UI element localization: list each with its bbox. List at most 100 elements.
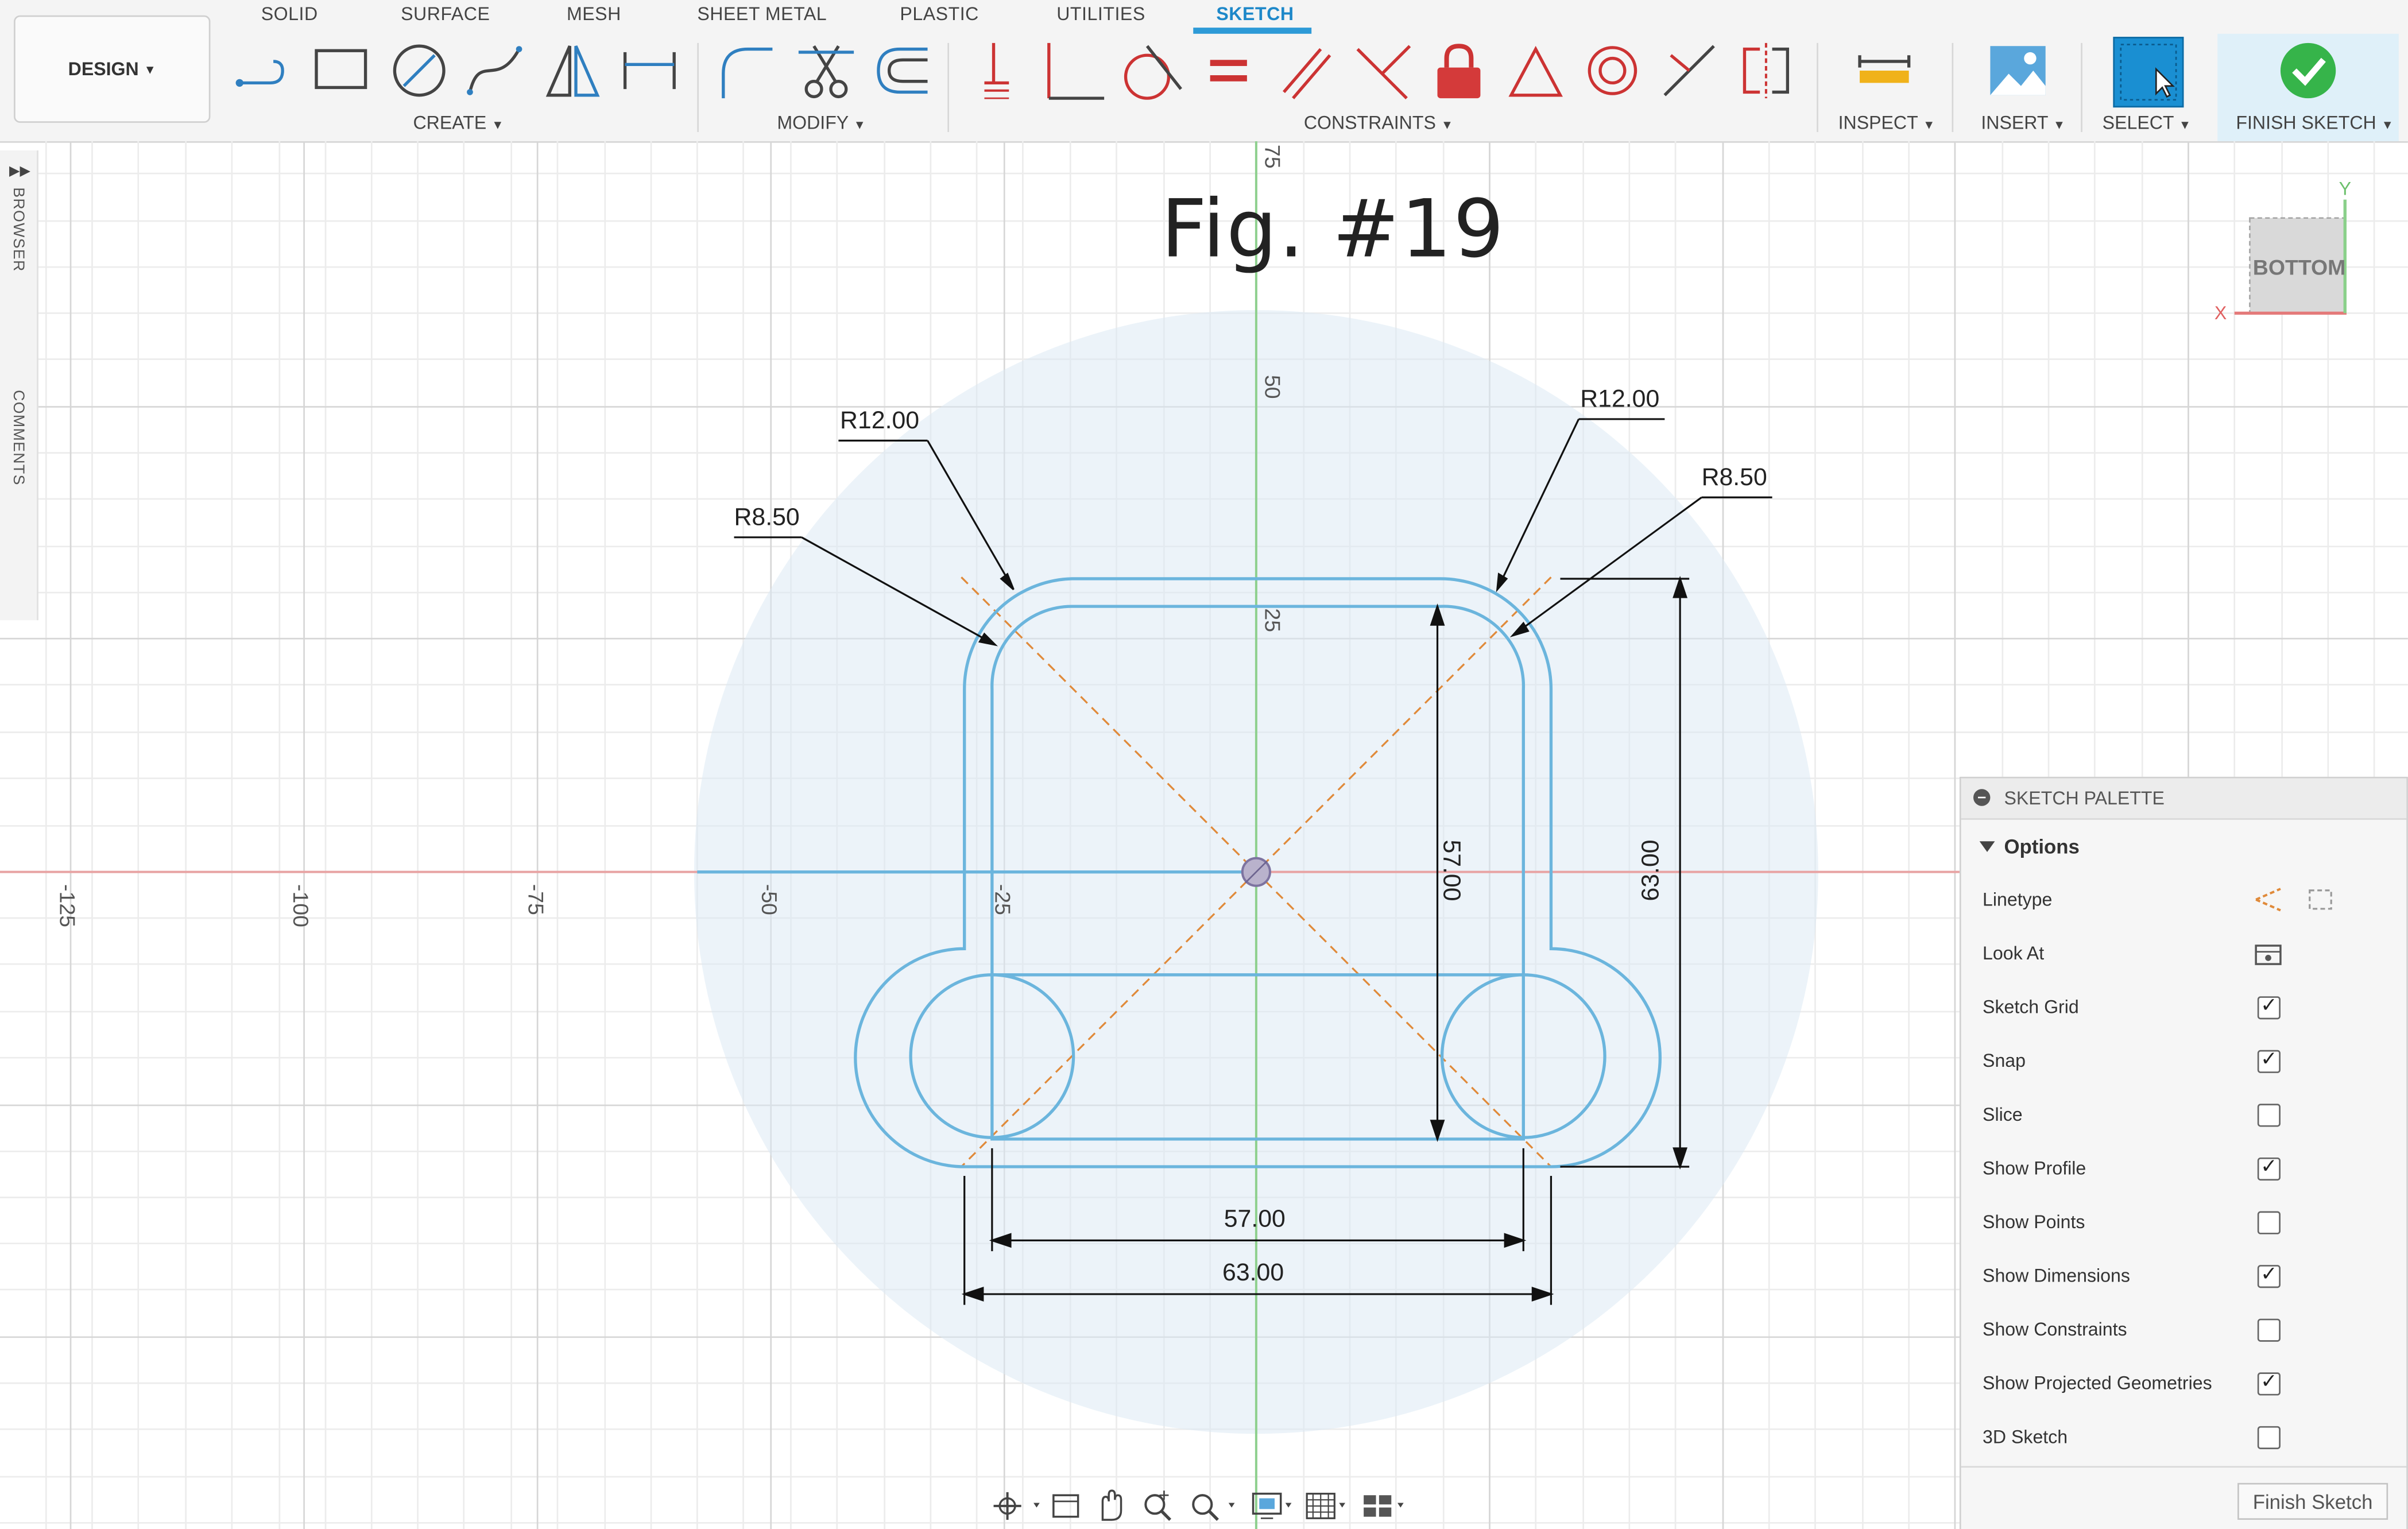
- workspace-label: DESIGN: [68, 58, 139, 80]
- options-section-title[interactable]: Options: [2004, 835, 2079, 858]
- dimension-inner-height[interactable]: 57.00: [1436, 839, 1464, 901]
- midpoint-constraint-icon[interactable]: [1655, 37, 1723, 104]
- collapse-icon[interactable]: [1973, 789, 1991, 806]
- dimension-r85-right[interactable]: R8.50: [1702, 465, 1767, 493]
- comments-tab[interactable]: COMMENTS: [9, 390, 26, 486]
- look-at-icon[interactable]: [2253, 939, 2287, 967]
- fillet-tool-icon[interactable]: [711, 37, 779, 104]
- ribbon-toolbar: DESIGN ▼ SOLID SURFACE MESH SHEET METAL …: [0, 0, 2408, 143]
- trim-tool-icon[interactable]: [792, 37, 860, 104]
- line-tool-icon[interactable]: [230, 37, 298, 104]
- divider: [2081, 42, 2082, 132]
- construction-linetype-icon[interactable]: [2253, 886, 2287, 913]
- divider: [1952, 42, 1954, 132]
- chevron-down-icon: ▼: [1441, 118, 1454, 132]
- chevron-down-icon: ▼: [2178, 118, 2192, 132]
- offset-tool-icon[interactable]: [869, 37, 937, 104]
- zoom-icon[interactable]: [1144, 1491, 1172, 1521]
- insert-image-icon[interactable]: [1984, 37, 2052, 104]
- dimension-inner-width[interactable]: 57.00: [1224, 1207, 1286, 1234]
- inspect-menu[interactable]: INSPECT ▼: [1838, 112, 1935, 133]
- axis-label: 50: [1260, 374, 1286, 399]
- dimension-tool-icon[interactable]: [616, 37, 684, 104]
- browser-tab[interactable]: BROWSER: [9, 187, 26, 272]
- tab-surface[interactable]: SURFACE: [401, 3, 490, 24]
- dimension-outer-height[interactable]: 63.00: [1639, 839, 1666, 901]
- sketch-grid-checkbox[interactable]: ✓: [2257, 993, 2281, 1020]
- symmetry-constraint-icon[interactable]: [1732, 37, 1800, 104]
- show-points-checkbox[interactable]: ✓: [2257, 1211, 2281, 1234]
- show-profile-checkbox[interactable]: ✓: [2257, 1155, 2281, 1181]
- browser-panel-strip[interactable]: ▶▶ BROWSER COMMENTS: [0, 150, 38, 621]
- dimension-r12-left[interactable]: R12.00: [840, 408, 919, 436]
- caret-down-icon[interactable]: [1979, 841, 1995, 852]
- constraints-menu[interactable]: CONSTRAINTS ▼: [1304, 112, 1453, 133]
- tab-sheet-metal[interactable]: SHEET METAL: [697, 3, 827, 24]
- option-show-constraints-label: Show Constraints: [1983, 1318, 2127, 1341]
- grid-settings-icon[interactable]: [1306, 1492, 1346, 1519]
- measure-icon[interactable]: [1850, 37, 1918, 104]
- equal-constraint-icon[interactable]: [1195, 37, 1263, 104]
- palette-header[interactable]: SKETCH PALETTE: [1961, 778, 2407, 820]
- select-menu[interactable]: SELECT ▼: [2103, 112, 2191, 133]
- coincident-constraint-icon[interactable]: [963, 37, 1031, 104]
- sketch-palette: SKETCH PALETTE Options Linetype Look At …: [1959, 776, 2408, 1529]
- fix-constraint-icon[interactable]: [1425, 37, 1493, 104]
- slice-checkbox[interactable]: ✓: [2257, 1104, 2281, 1127]
- viewports-icon[interactable]: [1364, 1495, 1404, 1517]
- dimension-outer-width[interactable]: 63.00: [1222, 1260, 1284, 1288]
- finish-sketch-label: FINISH SKETCH: [2236, 112, 2376, 134]
- navigation-bar: [993, 1489, 1404, 1521]
- collinear-constraint-icon[interactable]: [1348, 37, 1416, 104]
- rectangle-tool-icon[interactable]: [307, 37, 375, 104]
- tab-sketch[interactable]: SKETCH: [1216, 3, 1294, 24]
- concentric-constraint-icon[interactable]: [1579, 37, 1647, 104]
- display-settings-icon[interactable]: [1252, 1492, 1292, 1519]
- circle-tool-icon[interactable]: [385, 37, 453, 104]
- show-projected-geometries-checkbox[interactable]: ✓: [2257, 1369, 2281, 1396]
- axis-label: -50: [757, 884, 782, 915]
- expand-icon[interactable]: ▶▶: [9, 162, 30, 179]
- viewcube-face-label[interactable]: BOTTOM: [2253, 255, 2346, 280]
- perpendicular-constraint-icon[interactable]: [1040, 37, 1108, 104]
- modify-menu[interactable]: MODIFY ▼: [777, 112, 865, 133]
- finish-sketch-button[interactable]: Finish Sketch: [2237, 1482, 2388, 1520]
- select-tool-icon[interactable]: [2113, 37, 2184, 108]
- fusion-window: DESIGN ▼ SOLID SURFACE MESH SHEET METAL …: [0, 0, 2408, 1529]
- axis-label: -125: [55, 884, 80, 927]
- chevron-down-icon: ▼: [2053, 118, 2066, 132]
- snap-checkbox[interactable]: ✓: [2257, 1047, 2281, 1073]
- show-dimensions-checkbox[interactable]: ✓: [2257, 1262, 2281, 1288]
- tab-mesh[interactable]: MESH: [567, 3, 621, 24]
- insert-menu[interactable]: INSERT ▼: [1981, 112, 2065, 133]
- show-constraints-checkbox[interactable]: ✓: [2257, 1318, 2281, 1342]
- tab-solid[interactable]: SOLID: [261, 3, 318, 24]
- dimension-r85-left[interactable]: R8.50: [734, 505, 800, 533]
- 3d-sketch-checkbox[interactable]: ✓: [2257, 1426, 2281, 1449]
- tab-plastic[interactable]: PLASTIC: [900, 3, 979, 24]
- option-show-projected-label: Show Projected Geometries: [1983, 1372, 2212, 1394]
- spline-tool-icon[interactable]: [460, 37, 528, 104]
- palette-title: SKETCH PALETTE: [2004, 787, 2165, 810]
- chevron-down-icon: ▼: [491, 118, 504, 132]
- parallel-constraint-icon[interactable]: [1272, 37, 1340, 104]
- option-lookat-label: Look At: [1983, 942, 2045, 965]
- divider: [697, 42, 699, 132]
- select-label: SELECT: [2102, 112, 2174, 134]
- viewcube-x-label: X: [2214, 302, 2227, 324]
- orbit-icon[interactable]: [993, 1492, 1040, 1520]
- finish-sketch-menu[interactable]: FINISH SKETCH ▼: [2236, 112, 2393, 133]
- centerline-linetype-icon[interactable]: [2305, 886, 2339, 913]
- tab-utilities[interactable]: UTILITIES: [1056, 3, 1145, 24]
- workspace-switcher[interactable]: DESIGN ▼: [14, 15, 211, 123]
- create-menu[interactable]: CREATE ▼: [413, 112, 504, 133]
- triangle-constraint-icon[interactable]: [1502, 37, 1570, 104]
- look-at-icon[interactable]: [1052, 1494, 1079, 1518]
- divider: [947, 42, 949, 132]
- checkmark-icon[interactable]: [2274, 37, 2342, 104]
- dimension-r12-right[interactable]: R12.00: [1580, 387, 1659, 415]
- tangent-constraint-icon[interactable]: [1117, 37, 1184, 104]
- fit-zoom-icon[interactable]: [1192, 1494, 1235, 1521]
- mirror-tool-icon[interactable]: [539, 37, 607, 104]
- pan-hand-icon[interactable]: [1101, 1489, 1122, 1521]
